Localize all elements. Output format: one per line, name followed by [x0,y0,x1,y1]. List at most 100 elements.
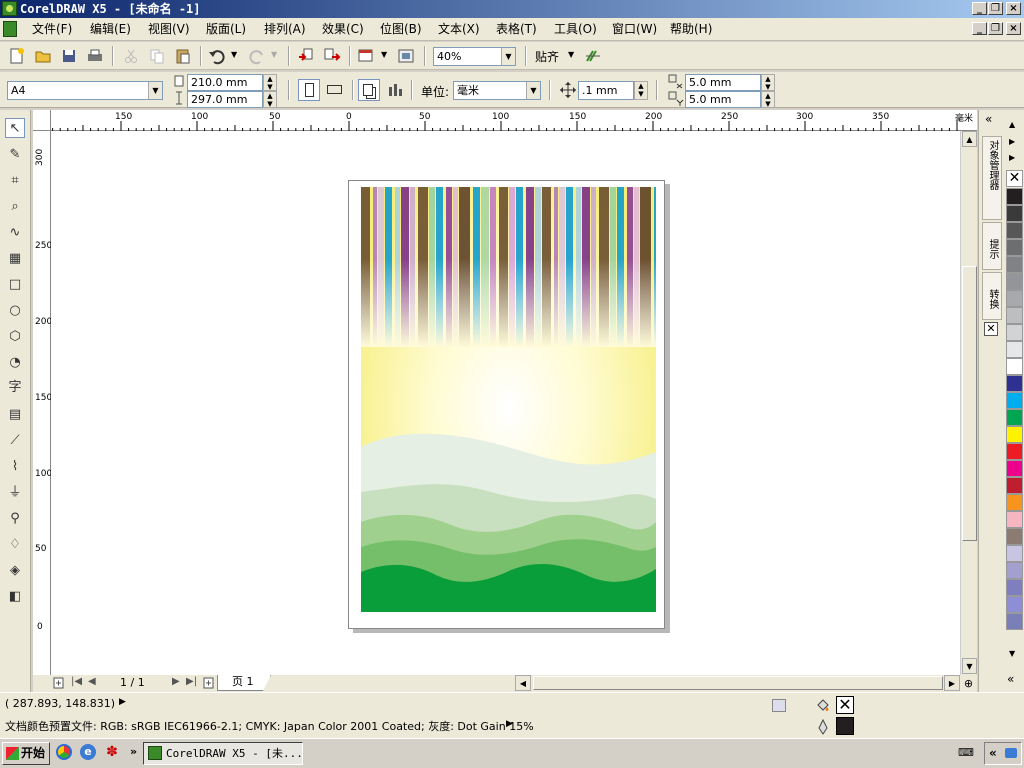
color-swatch[interactable] [1006,358,1023,375]
horizontal-ruler[interactable]: 150 100 50 0 50 100 150 200 250 300 350 … [33,110,977,131]
minimize-button[interactable]: _ [972,2,987,15]
navigator-icon[interactable]: ⊕ [960,675,977,692]
undo-icon[interactable] [208,47,226,65]
open-icon[interactable] [34,47,52,65]
color-swatch[interactable] [1006,273,1023,290]
menu-bitmaps[interactable]: 位图(B) [377,21,425,38]
duplicate-x-field[interactable]: 5.0 mm [685,74,761,91]
polygon-tool-icon[interactable]: ⬡ [5,327,25,347]
color-swatch[interactable] [1006,324,1023,341]
next-page-icon[interactable]: ▶ [172,676,180,687]
restore-button[interactable]: ❐ [988,2,1003,15]
tray-expand-icon[interactable]: « [989,746,997,760]
palette-expand-icon[interactable]: « [1007,672,1014,686]
first-page-icon[interactable]: |◀ [71,676,82,687]
taskbar-task-coreldraw[interactable]: CorelDRAW X5 - [未... [143,742,303,765]
docker-tab-object-manager[interactable]: 对象管理器 [982,136,1002,220]
document-page[interactable] [348,180,665,629]
color-swatch[interactable] [1006,443,1023,460]
text-tool-icon[interactable]: 字 [5,378,25,398]
nudge-field[interactable]: .1 mm [578,81,634,100]
menu-help[interactable]: 帮助(H) [667,21,715,38]
launcher-icon[interactable] [357,47,375,65]
menu-window[interactable]: 窗口(W) [609,21,660,38]
color-swatch[interactable] [1006,409,1023,426]
new-icon[interactable] [8,47,26,65]
welcome-screen-icon[interactable] [397,47,415,65]
shape-tool-icon[interactable]: ✎ [5,145,25,165]
color-swatch[interactable] [1006,188,1023,205]
zoom-tool-icon[interactable]: ⌕ [5,197,25,217]
scroll-up-icon[interactable]: ▲ [962,131,977,147]
current-page-icon[interactable] [386,81,404,99]
add-page-icon[interactable] [53,677,65,689]
units-select[interactable]: 毫米 ▼ [453,81,541,100]
ruler-origin[interactable] [33,110,51,131]
page-size-select[interactable]: A4 ▼ [7,81,163,100]
network-icon[interactable] [1005,748,1017,758]
docker-close-icon[interactable]: ✕ [984,322,998,336]
color-swatch[interactable] [1006,341,1023,358]
color-swatch[interactable] [1006,426,1023,443]
chevron-down-icon[interactable]: ▼ [526,82,540,99]
previous-page-icon[interactable]: ◀ [88,676,96,687]
keyboard-icon[interactable]: ⌨ [958,746,974,760]
all-pages-button[interactable] [358,79,380,101]
crop-tool-icon[interactable]: ⌗ [5,171,25,191]
rectangle-tool-icon[interactable]: □ [5,275,25,295]
menu-tools[interactable]: 工具(O) [551,21,600,38]
page-width-field[interactable]: 210.0 mm [187,74,263,91]
color-swatch[interactable] [1006,375,1023,392]
quicklaunch-more-icon[interactable]: » [130,745,137,758]
no-color-swatch[interactable]: ✕ [1006,170,1023,187]
height-spinner[interactable]: ▲ ▼ [263,91,277,108]
redo-dropdown-icon[interactable]: ▼ [271,50,277,59]
artwork-image[interactable] [361,187,656,612]
color-swatch[interactable] [1006,494,1023,511]
scroll-right-icon[interactable]: ▶ [944,675,960,691]
menu-text[interactable]: 文本(X) [435,21,483,38]
dimension-tool-icon[interactable]: ⟋ [5,431,25,451]
page-tab[interactable]: 页 1 [217,675,271,691]
duplicate-y-field[interactable]: 5.0 mm [685,91,761,108]
color-swatch[interactable] [1006,613,1023,630]
basic-shapes-tool-icon[interactable]: ◔ [5,353,25,373]
close-button[interactable]: × [1006,2,1021,15]
copy-icon[interactable] [148,47,166,65]
snap-dropdown-icon[interactable]: ▼ [568,50,574,59]
outline-tool-icon[interactable]: ♢ [5,535,25,555]
chevron-down-icon[interactable]: ▼ [501,48,515,65]
outline-color-swatch[interactable] [836,717,854,735]
color-swatch[interactable] [1006,222,1023,239]
add-page-after-icon[interactable] [203,677,215,689]
page-height-field[interactable]: 297.0 mm [187,91,263,108]
color-swatch[interactable] [1006,562,1023,579]
color-swatch[interactable] [1006,528,1023,545]
coords-arrow-icon[interactable]: ▶ [119,697,126,707]
duplicate-y-spinner[interactable]: ▲ ▼ [761,91,775,108]
vertical-ruler[interactable]: 300 250 200 150 100 50 0 [33,131,52,675]
start-button[interactable]: 开始 [2,742,50,765]
chrome-icon[interactable] [56,744,72,760]
duplicate-x-spinner[interactable]: ▲ ▼ [761,74,775,91]
eyedropper-tool-icon[interactable]: ⚲ [5,509,25,529]
color-swatch[interactable] [1006,205,1023,222]
color-swatch[interactable] [1006,596,1023,613]
docker-tab-hints[interactable]: 提示 [982,222,1002,270]
export-icon[interactable] [323,47,341,65]
menu-effects[interactable]: 效果(C) [319,21,367,38]
options-icon[interactable] [584,47,602,65]
menu-edit[interactable]: 编辑(E) [87,21,134,38]
color-swatch[interactable] [1006,477,1023,494]
chevron-down-icon[interactable]: ▼ [148,82,162,99]
blend-tool-icon[interactable]: ⏚ [5,483,25,503]
scroll-down-icon[interactable]: ▼ [962,658,977,674]
palette-up-icon[interactable]: ▲ [1009,120,1015,129]
color-swatch[interactable] [1006,307,1023,324]
color-swatch[interactable] [1006,460,1023,477]
menu-table[interactable]: 表格(T) [493,21,540,38]
connector-tool-icon[interactable]: ⌇ [5,457,25,477]
menu-arrange[interactable]: 排列(A) [261,21,309,38]
color-swatch[interactable] [1006,290,1023,307]
vertical-scroll-thumb[interactable] [962,266,977,541]
